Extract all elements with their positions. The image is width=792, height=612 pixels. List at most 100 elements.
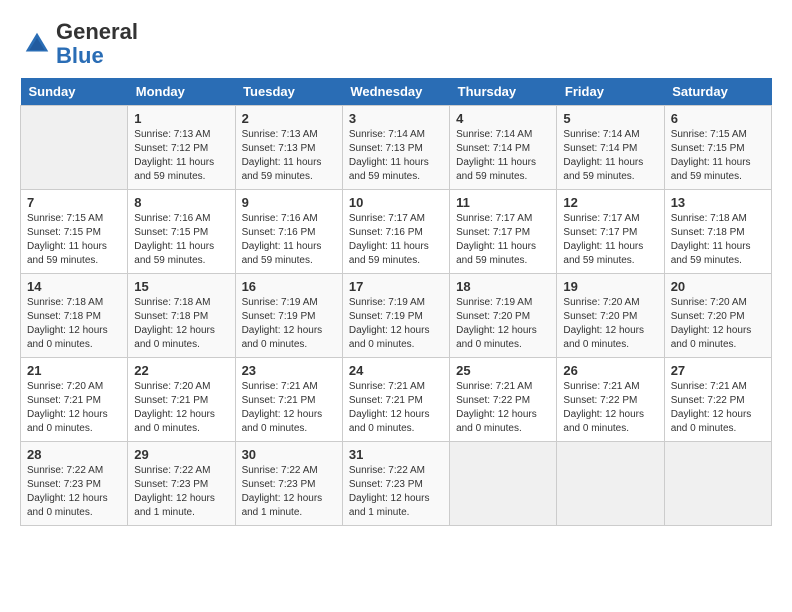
calendar-cell: 28 Sunrise: 7:22 AM Sunset: 7:23 PM Dayli… — [21, 442, 128, 526]
day-info: Sunrise: 7:17 AM Sunset: 7:17 PM Dayligh… — [456, 212, 550, 268]
day-info: Sunrise: 7:17 AM Sunset: 7:17 PM Dayligh… — [563, 212, 657, 268]
calendar-body: 1 Sunrise: 7:13 AM Sunset: 7:12 PM Daylig… — [21, 106, 772, 526]
day-info: Sunrise: 7:20 AM Sunset: 7:20 PM Dayligh… — [563, 296, 657, 352]
calendar-cell: 1 Sunrise: 7:13 AM Sunset: 7:12 PM Daylig… — [128, 106, 235, 190]
calendar-cell: 18Sunrise: 7:19 AM Sunset: 7:20 PM Dayli… — [450, 274, 557, 358]
calendar-cell: 9 Sunrise: 7:16 AM Sunset: 7:16 PM Daylig… — [235, 190, 342, 274]
calendar-cell: 2 Sunrise: 7:13 AM Sunset: 7:13 PM Daylig… — [235, 106, 342, 190]
day-info: Sunrise: 7:19 AM Sunset: 7:19 PM Dayligh… — [349, 296, 443, 352]
header-day: Wednesday — [342, 78, 449, 106]
day-info: Sunrise: 7:14 AM Sunset: 7:14 PM Dayligh… — [456, 128, 550, 184]
day-number: 27 — [671, 363, 765, 378]
day-number: 8 — [134, 195, 228, 210]
day-number: 4 — [456, 111, 550, 126]
header-day: Sunday — [21, 78, 128, 106]
day-number: 9 — [242, 195, 336, 210]
day-number: 30 — [242, 447, 336, 462]
day-info: Sunrise: 7:21 AM Sunset: 7:21 PM Dayligh… — [349, 380, 443, 436]
calendar-cell: 23 Sunrise: 7:21 AM Sunset: 7:21 PM Dayli… — [235, 358, 342, 442]
logo-icon — [22, 29, 52, 59]
calendar-cell: 29 Sunrise: 7:22 AM Sunset: 7:23 PM Dayli… — [128, 442, 235, 526]
header-day: Monday — [128, 78, 235, 106]
day-number: 21 — [27, 363, 121, 378]
day-number: 14 — [27, 279, 121, 294]
calendar-cell: 26 Sunrise: 7:21 AM Sunset: 7:22 PM Dayli… — [557, 358, 664, 442]
header-day: Tuesday — [235, 78, 342, 106]
day-number: 28 — [27, 447, 121, 462]
day-number: 12 — [563, 195, 657, 210]
day-number: 7 — [27, 195, 121, 210]
calendar-cell: 21 Sunrise: 7:20 AM Sunset: 7:21 PM Dayli… — [21, 358, 128, 442]
day-number: 3 — [349, 111, 443, 126]
day-info: Sunrise: 7:13 AM Sunset: 7:12 PM Dayligh… — [134, 128, 228, 184]
day-number: 2 — [242, 111, 336, 126]
day-number: 13 — [671, 195, 765, 210]
calendar-cell: 6 Sunrise: 7:15 AM Sunset: 7:15 PM Daylig… — [664, 106, 771, 190]
calendar-cell: 15 Sunrise: 7:18 AM Sunset: 7:18 PM Dayli… — [128, 274, 235, 358]
calendar-cell: 13 Sunrise: 7:18 AM Sunset: 7:18 PM Dayli… — [664, 190, 771, 274]
day-info: Sunrise: 7:14 AM Sunset: 7:14 PM Dayligh… — [563, 128, 657, 184]
day-info: Sunrise: 7:22 AM Sunset: 7:23 PM Dayligh… — [242, 464, 336, 520]
calendar-week-row: 21 Sunrise: 7:20 AM Sunset: 7:21 PM Dayli… — [21, 358, 772, 442]
day-info: Sunrise: 7:15 AM Sunset: 7:15 PM Dayligh… — [671, 128, 765, 184]
calendar-cell: 19Sunrise: 7:20 AM Sunset: 7:20 PM Dayli… — [557, 274, 664, 358]
day-number: 15 — [134, 279, 228, 294]
day-info: Sunrise: 7:22 AM Sunset: 7:23 PM Dayligh… — [27, 464, 121, 520]
calendar-cell: 10 Sunrise: 7:17 AM Sunset: 7:16 PM Dayli… — [342, 190, 449, 274]
day-number: 1 — [134, 111, 228, 126]
calendar-header: SundayMondayTuesdayWednesdayThursdayFrid… — [21, 78, 772, 106]
calendar-week-row: 14 Sunrise: 7:18 AM Sunset: 7:18 PM Dayli… — [21, 274, 772, 358]
calendar-table: SundayMondayTuesdayWednesdayThursdayFrid… — [20, 78, 772, 526]
day-info: Sunrise: 7:15 AM Sunset: 7:15 PM Dayligh… — [27, 212, 121, 268]
calendar-cell: 12 Sunrise: 7:17 AM Sunset: 7:17 PM Dayli… — [557, 190, 664, 274]
day-info: Sunrise: 7:13 AM Sunset: 7:13 PM Dayligh… — [242, 128, 336, 184]
day-info: Sunrise: 7:20 AM Sunset: 7:21 PM Dayligh… — [27, 380, 121, 436]
calendar-cell: 16Sunrise: 7:19 AM Sunset: 7:19 PM Dayli… — [235, 274, 342, 358]
day-info: Sunrise: 7:22 AM Sunset: 7:23 PM Dayligh… — [134, 464, 228, 520]
calendar-week-row: 7 Sunrise: 7:15 AM Sunset: 7:15 PM Daylig… — [21, 190, 772, 274]
calendar-cell: 24 Sunrise: 7:21 AM Sunset: 7:21 PM Dayli… — [342, 358, 449, 442]
day-number: 26 — [563, 363, 657, 378]
day-number: 22 — [134, 363, 228, 378]
day-info: Sunrise: 7:18 AM Sunset: 7:18 PM Dayligh… — [671, 212, 765, 268]
calendar-cell: 22 Sunrise: 7:20 AM Sunset: 7:21 PM Dayli… — [128, 358, 235, 442]
day-info: Sunrise: 7:17 AM Sunset: 7:16 PM Dayligh… — [349, 212, 443, 268]
day-info: Sunrise: 7:19 AM Sunset: 7:19 PM Dayligh… — [242, 296, 336, 352]
day-number: 18 — [456, 279, 550, 294]
calendar-cell — [450, 442, 557, 526]
calendar-cell: 31Sunrise: 7:22 AM Sunset: 7:23 PM Dayli… — [342, 442, 449, 526]
day-number: 5 — [563, 111, 657, 126]
calendar-cell — [557, 442, 664, 526]
day-info: Sunrise: 7:21 AM Sunset: 7:22 PM Dayligh… — [563, 380, 657, 436]
calendar-cell: 4 Sunrise: 7:14 AM Sunset: 7:14 PM Daylig… — [450, 106, 557, 190]
day-number: 20 — [671, 279, 765, 294]
calendar-cell: 5 Sunrise: 7:14 AM Sunset: 7:14 PM Daylig… — [557, 106, 664, 190]
day-number: 29 — [134, 447, 228, 462]
day-number: 10 — [349, 195, 443, 210]
day-info: Sunrise: 7:21 AM Sunset: 7:22 PM Dayligh… — [671, 380, 765, 436]
calendar-cell: 17Sunrise: 7:19 AM Sunset: 7:19 PM Dayli… — [342, 274, 449, 358]
day-number: 11 — [456, 195, 550, 210]
day-info: Sunrise: 7:22 AM Sunset: 7:23 PM Dayligh… — [349, 464, 443, 520]
calendar-week-row: 1 Sunrise: 7:13 AM Sunset: 7:12 PM Daylig… — [21, 106, 772, 190]
day-info: Sunrise: 7:18 AM Sunset: 7:18 PM Dayligh… — [134, 296, 228, 352]
calendar-cell: 3 Sunrise: 7:14 AM Sunset: 7:13 PM Daylig… — [342, 106, 449, 190]
day-info: Sunrise: 7:18 AM Sunset: 7:18 PM Dayligh… — [27, 296, 121, 352]
day-info: Sunrise: 7:16 AM Sunset: 7:15 PM Dayligh… — [134, 212, 228, 268]
day-info: Sunrise: 7:16 AM Sunset: 7:16 PM Dayligh… — [242, 212, 336, 268]
page-header: General Blue — [20, 20, 772, 68]
day-number: 6 — [671, 111, 765, 126]
header-row: SundayMondayTuesdayWednesdayThursdayFrid… — [21, 78, 772, 106]
header-day: Friday — [557, 78, 664, 106]
calendar-cell: 25 Sunrise: 7:21 AM Sunset: 7:22 PM Dayli… — [450, 358, 557, 442]
day-info: Sunrise: 7:21 AM Sunset: 7:22 PM Dayligh… — [456, 380, 550, 436]
day-number: 23 — [242, 363, 336, 378]
logo: General Blue — [20, 20, 138, 68]
day-number: 25 — [456, 363, 550, 378]
calendar-cell — [664, 442, 771, 526]
calendar-cell: 14 Sunrise: 7:18 AM Sunset: 7:18 PM Dayli… — [21, 274, 128, 358]
day-number: 24 — [349, 363, 443, 378]
day-info: Sunrise: 7:14 AM Sunset: 7:13 PM Dayligh… — [349, 128, 443, 184]
day-info: Sunrise: 7:20 AM Sunset: 7:21 PM Dayligh… — [134, 380, 228, 436]
day-info: Sunrise: 7:21 AM Sunset: 7:21 PM Dayligh… — [242, 380, 336, 436]
